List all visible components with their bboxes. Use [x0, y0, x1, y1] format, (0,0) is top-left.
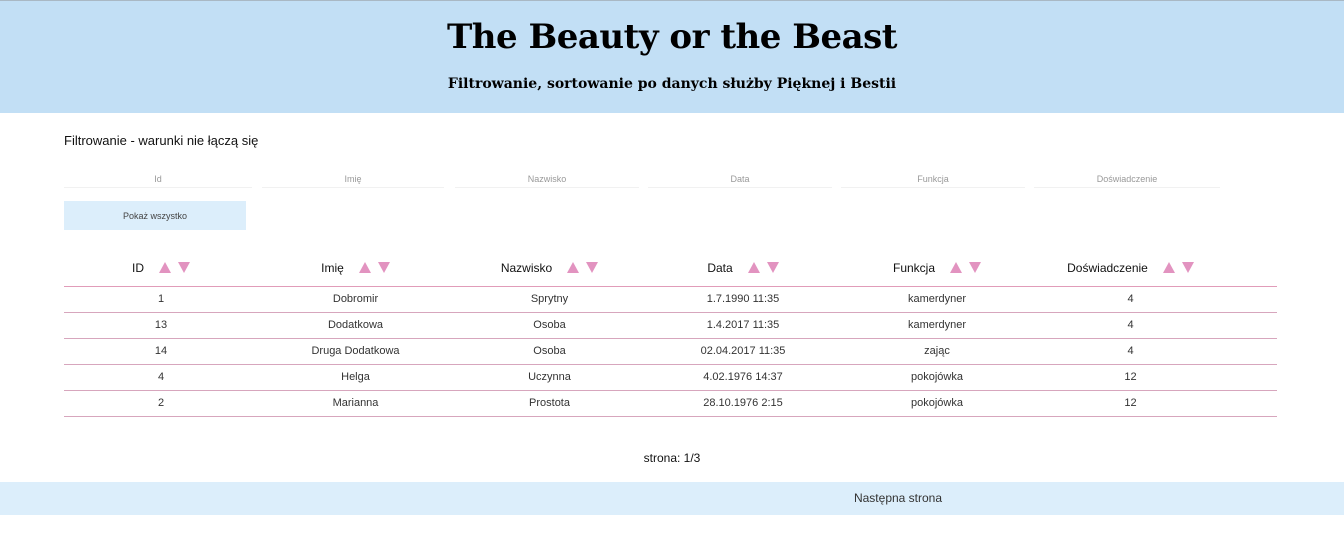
filter-section-title: Filtrowanie - warunki nie łączą się	[64, 133, 259, 148]
cell-doswiadczenie: 12	[1034, 364, 1227, 391]
cell-id: 14	[64, 338, 258, 365]
cell-funkcja: pokojówka	[840, 390, 1034, 417]
cell-data: 1.7.1990 11:35	[646, 286, 840, 313]
table-row: 13 Dodatkowa Osoba 1.4.2017 11:35 kamerd…	[64, 312, 1277, 339]
cell-funkcja: kamerdyner	[840, 312, 1034, 339]
sort-up-icon[interactable]	[159, 262, 171, 274]
sort-down-icon[interactable]	[766, 262, 779, 274]
column-header-id: ID	[64, 250, 258, 287]
cell-data: 4.02.1976 14:37	[646, 364, 840, 391]
cell-imie: Dodatkowa	[258, 312, 453, 339]
cell-spacer	[1227, 338, 1277, 365]
cell-doswiadczenie: 4	[1034, 286, 1227, 313]
show-all-button[interactable]: Pokaż wszystko	[64, 201, 246, 230]
sort-up-icon[interactable]	[950, 262, 963, 274]
cell-data: 28.10.1976 2:15	[646, 390, 840, 417]
filter-data-input[interactable]	[648, 170, 832, 188]
table-row: 14 Druga Dodatkowa Osoba 02.04.2017 11:3…	[64, 338, 1277, 365]
cell-spacer	[1227, 286, 1277, 313]
cell-nazwisko: Osoba	[453, 312, 646, 339]
cell-imie: Marianna	[258, 390, 453, 417]
sort-up-icon[interactable]	[567, 262, 580, 274]
sort-down-icon[interactable]	[969, 262, 982, 274]
staff-table: ID Imię Nazwisko Data Funkcja Doświadcze…	[64, 250, 1277, 417]
filter-nazwisko-input[interactable]	[455, 170, 639, 188]
table-row: 2 Marianna Prostota 28.10.1976 2:15 poko…	[64, 390, 1277, 417]
column-header-imie: Imię	[258, 250, 453, 287]
sort-up-icon[interactable]	[1162, 262, 1175, 274]
column-header-spacer	[1227, 250, 1277, 287]
sort-down-icon[interactable]	[1181, 262, 1194, 274]
cell-id: 13	[64, 312, 258, 339]
column-header-doswiadczenie: Doświadczenie	[1034, 250, 1227, 287]
sort-up-icon[interactable]	[358, 262, 371, 274]
next-page-button[interactable]: Następna strona	[848, 491, 948, 505]
sort-down-icon[interactable]	[377, 262, 390, 274]
column-label-id: ID	[132, 260, 144, 275]
cell-nazwisko: Prostota	[453, 390, 646, 417]
column-label-data: Data	[707, 260, 733, 275]
table-header-row: ID Imię Nazwisko Data Funkcja Doświadcze…	[64, 250, 1277, 287]
cell-funkcja: kamerdyner	[840, 286, 1034, 313]
cell-imie: Druga Dodatkowa	[258, 338, 453, 365]
column-label-imie: Imię	[321, 260, 344, 275]
table-row: 4 Helga Uczynna 4.02.1976 14:37 pokojówk…	[64, 364, 1277, 391]
cell-nazwisko: Uczynna	[453, 364, 646, 391]
cell-doswiadczenie: 4	[1034, 312, 1227, 339]
filter-doswiadczenie-input[interactable]	[1034, 170, 1220, 188]
column-label-nazwisko: Nazwisko	[500, 260, 553, 275]
cell-imie: Dobromir	[258, 286, 453, 313]
cell-doswiadczenie: 12	[1034, 390, 1227, 417]
column-label-funkcja: Funkcja	[892, 260, 936, 275]
cell-doswiadczenie: 4	[1034, 338, 1227, 365]
sort-up-icon[interactable]	[747, 262, 760, 274]
column-header-data: Data	[646, 250, 840, 287]
sort-down-icon[interactable]	[178, 262, 190, 274]
column-label-doswiadczenie: Doświadczenie	[1067, 260, 1148, 275]
cell-data: 02.04.2017 11:35	[646, 338, 840, 365]
cell-nazwisko: Osoba	[453, 338, 646, 365]
page-indicator: strona: 1/3	[643, 451, 701, 465]
cell-funkcja: zając	[840, 338, 1034, 365]
page-header: The Beauty or the Beast Filtrowanie, sor…	[0, 0, 1344, 113]
filter-id-input[interactable]	[64, 170, 252, 188]
page-subtitle: Filtrowanie, sortowanie po danych służby…	[447, 76, 897, 92]
cell-nazwisko: Sprytny	[453, 286, 646, 313]
cell-spacer	[1227, 364, 1277, 391]
sort-down-icon[interactable]	[586, 262, 599, 274]
filter-funkcja-input[interactable]	[841, 170, 1025, 188]
filter-imie-input[interactable]	[262, 170, 444, 188]
page-title: The Beauty or the Beast	[447, 17, 897, 57]
cell-data: 1.4.2017 11:35	[646, 312, 840, 339]
table-row: 1 Dobromir Sprytny 1.7.1990 11:35 kamerd…	[64, 286, 1277, 313]
column-header-funkcja: Funkcja	[840, 250, 1034, 287]
cell-spacer	[1227, 312, 1277, 339]
column-header-nazwisko: Nazwisko	[453, 250, 646, 287]
cell-id: 4	[64, 364, 258, 391]
cell-id: 1	[64, 286, 258, 313]
cell-spacer	[1227, 390, 1277, 417]
cell-imie: Helga	[258, 364, 453, 391]
pagination-bar: Następna strona	[0, 482, 1344, 515]
cell-id: 2	[64, 390, 258, 417]
cell-funkcja: pokojówka	[840, 364, 1034, 391]
